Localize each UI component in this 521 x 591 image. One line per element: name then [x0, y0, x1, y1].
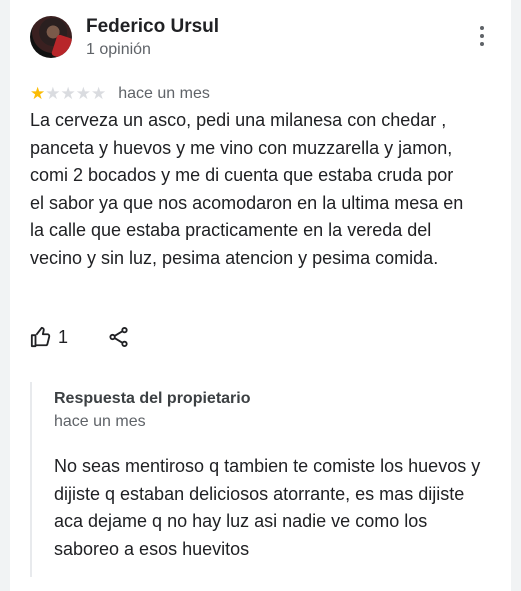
share-button[interactable] — [108, 326, 130, 348]
star-empty-icon: ★ — [75, 83, 91, 104]
thumbs-up-icon — [30, 326, 51, 348]
owner-reply-time: hace un mes — [54, 413, 146, 430]
author-review-count: 1 opinión — [86, 41, 151, 58]
star-filled-icon: ★ — [30, 83, 46, 104]
owner-reply-text: No seas mentiroso q tambien te comiste l… — [54, 456, 481, 559]
owner-reply-title: Respuesta del propietario — [54, 390, 251, 407]
star-empty-icon: ★ — [45, 83, 61, 104]
review-card: Federico Ursul 1 opinión ★ ★ ★ ★ ★ hace un m… — [10, 0, 511, 591]
more-vert-icon — [480, 26, 484, 30]
author-avatar[interactable] — [30, 16, 72, 58]
more-vert-icon-dot — [480, 42, 484, 46]
review-time: hace un mes — [118, 85, 210, 102]
author-name[interactable]: Federico Ursul — [86, 16, 219, 38]
owner-reply: Respuesta del propietario hace un mes No… — [30, 382, 492, 577]
share-icon — [109, 327, 128, 347]
more-options-button[interactable] — [468, 22, 496, 50]
like-button[interactable]: 1 — [30, 326, 68, 348]
avatar-photo-detail — [50, 34, 72, 58]
like-count: 1 — [58, 326, 69, 347]
more-vert-icon-dot — [480, 34, 484, 38]
star-empty-icon: ★ — [60, 83, 76, 104]
review-actions: 1 — [30, 322, 130, 352]
rating-row: ★ ★ ★ ★ ★ hace un mes — [30, 84, 210, 104]
review-text: La cerveza un asco, pedi una milanesa co… — [30, 110, 464, 268]
star-rating: ★ ★ ★ ★ ★ — [30, 83, 107, 104]
star-empty-icon: ★ — [91, 83, 107, 104]
